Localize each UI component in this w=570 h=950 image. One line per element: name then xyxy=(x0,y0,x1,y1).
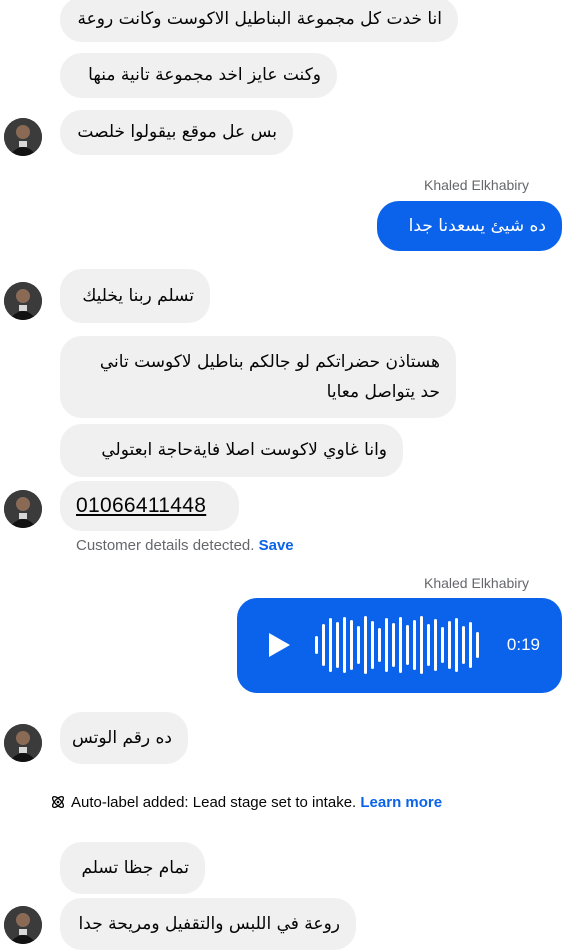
incoming-message: وانا غاوي لاكوست اصلا فايةحاجة ابعتولي xyxy=(60,424,403,477)
avatar[interactable] xyxy=(4,724,42,762)
outgoing-message: ده شيئ يسعدنا جدا xyxy=(377,201,562,251)
incoming-message: تمام جظا تسلم xyxy=(60,842,205,894)
waveform[interactable] xyxy=(315,614,480,676)
customer-details-notice: Customer details detected. Save xyxy=(76,537,294,554)
incoming-message: تسلم ربنا يخليك xyxy=(60,269,210,323)
voice-message[interactable]: 0:19 xyxy=(237,598,562,693)
avatar[interactable] xyxy=(4,490,42,528)
play-icon[interactable] xyxy=(267,632,291,658)
incoming-message: انا خدت كل مجموعة البناطيل الاكوست وكانت… xyxy=(60,0,458,42)
sender-name: Khaled Elkhabiry xyxy=(424,575,530,591)
save-link[interactable]: Save xyxy=(259,537,294,554)
auto-label-text: Auto-label added: Lead stage set to inta… xyxy=(71,794,357,811)
auto-label-notice: Auto-label added: Lead stage set to inta… xyxy=(50,794,442,811)
atom-icon xyxy=(51,795,65,809)
voice-duration: 0:19 xyxy=(506,635,540,654)
customer-details-text: Customer details detected. xyxy=(76,537,255,554)
avatar[interactable] xyxy=(4,118,42,156)
learn-more-link[interactable]: Learn more xyxy=(360,794,442,811)
incoming-message: وكنت عايز اخد مجموعة تانية منها xyxy=(60,53,337,98)
sender-name: Khaled Elkhabiry xyxy=(424,177,530,193)
incoming-message: ده رقم الوتس xyxy=(60,712,188,764)
incoming-message: روعة في اللبس والتقفيل ومريحة جدا xyxy=(60,898,356,950)
phone-number-message[interactable]: 01066411448 xyxy=(60,481,239,531)
incoming-message: بس عل موقع بيقولوا خلصت xyxy=(60,110,293,155)
avatar[interactable] xyxy=(4,906,42,944)
avatar[interactable] xyxy=(4,282,42,320)
incoming-message: هستاذن حضراتكم لو جالكم بناطيل لاكوست تا… xyxy=(60,336,456,418)
